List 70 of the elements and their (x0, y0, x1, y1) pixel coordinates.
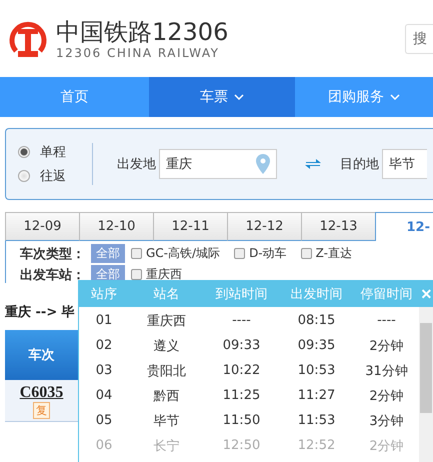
checkbox[interactable] (131, 269, 142, 280)
train-tag: 复 (33, 402, 50, 419)
table-cell-text: 重庆西 (146, 312, 187, 330)
table-cell-text: 毕节 (152, 412, 180, 430)
checkbox[interactable] (234, 248, 246, 259)
table-cell-text: 10:53 (296, 363, 336, 378)
search-field[interactable]: 搜 (405, 24, 433, 54)
popup-column-header: 到站时间 (214, 286, 268, 302)
table-cell-text: 02 (94, 338, 114, 353)
date-tab[interactable]: 12-11 (153, 212, 228, 241)
logo-title: 中国铁路12306 (56, 18, 228, 46)
date-tab[interactable]: 12-12 (227, 212, 302, 241)
filter-label: 车次类型： (20, 246, 85, 262)
table-cell-text: 11:50 (222, 413, 262, 428)
table-cell-text: 08:15 (296, 313, 336, 328)
date-tab[interactable]: 12-13 (301, 212, 376, 241)
table-cell-text: 11:25 (222, 388, 262, 403)
logo-subtitle: 12306 CHINA RAILWAY (56, 46, 220, 60)
table-cell-text: 11:27 (296, 388, 336, 403)
train-number-link[interactable]: C6035 (20, 384, 64, 402)
nav-item[interactable]: 车票 (149, 77, 295, 117)
table-cell-text: 遵义 (152, 338, 180, 354)
filter-option: Z-直达 (316, 245, 352, 262)
popup-column-header: 站序 (90, 286, 118, 302)
table-cell-text: 12:52 (296, 438, 336, 453)
filter-option: 重庆西 (146, 266, 182, 283)
trip-type-radio[interactable]: 单程 (18, 143, 66, 161)
table-cell-text: 04 (94, 388, 114, 403)
to-field[interactable]: 毕节 (382, 149, 427, 179)
trip-type-radio[interactable]: 往返 (18, 167, 66, 185)
filter-option: GC-高铁/城际 (146, 245, 220, 262)
date-tab[interactable]: 12- (375, 212, 433, 241)
table-cell-text: 11:53 (296, 413, 336, 428)
table-cell-text: 贵阳北 (146, 362, 187, 380)
table-cell-text: 01 (94, 313, 114, 328)
table-cell-text: 31分钟 (364, 362, 409, 380)
to-label: 目的地 (340, 156, 379, 173)
popup-column-header: 站名 (152, 286, 180, 302)
table-cell-text: 10:22 (222, 363, 262, 378)
table-cell-text: ---- (231, 313, 252, 328)
filter-option: D-动车 (249, 245, 287, 262)
table-cell-text: 3分钟 (368, 412, 405, 430)
table-cell-text: ---- (376, 313, 397, 328)
checkbox[interactable] (131, 248, 142, 259)
from-field[interactable]: 重庆 (159, 149, 277, 179)
popup-column-header: 停留时间 (360, 286, 414, 302)
checkbox[interactable] (300, 248, 312, 259)
radio-label: 单程 (40, 144, 66, 161)
column-header: 车次 (5, 330, 78, 380)
swap-icon[interactable] (304, 157, 322, 171)
table-cell-text: 03 (94, 363, 114, 378)
radio-label: 往返 (40, 168, 66, 185)
table-cell-text: 05 (94, 413, 114, 428)
filter-label: 出发车站： (20, 266, 85, 284)
route-title: 重庆 --> 毕 (5, 304, 75, 321)
table-cell-text: 2分钟 (368, 388, 405, 404)
table-cell-text: 2分钟 (368, 438, 405, 454)
table-cell-text: 2分钟 (368, 338, 405, 354)
table-cell-text: 09:35 (296, 338, 336, 353)
table-cell-text: 09:33 (222, 338, 262, 353)
from-label: 出发地 (117, 156, 156, 173)
table-cell-text: 06 (94, 438, 114, 453)
scrollbar[interactable] (419, 307, 433, 462)
popup-column-header: 出发时间 (290, 286, 344, 302)
location-pin-icon (256, 154, 270, 174)
date-tab[interactable]: 12-09 (5, 212, 80, 241)
table-cell-text: 12:50 (222, 438, 262, 453)
date-tab[interactable]: 12-10 (79, 212, 154, 241)
table-cell-text: 长宁 (152, 438, 180, 454)
table-cell-text: 黔西 (152, 388, 180, 404)
